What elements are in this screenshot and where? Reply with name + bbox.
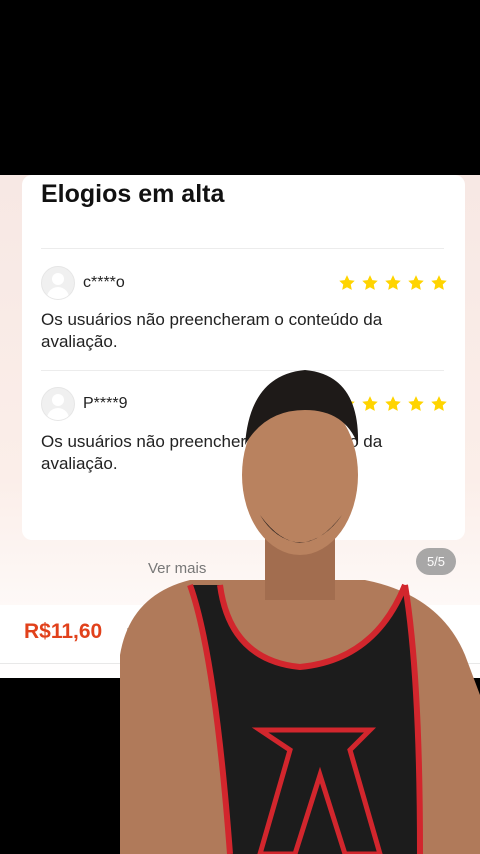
star-icon [385,275,401,290]
star-icon [431,275,447,290]
star-icon [362,275,378,290]
avatar [41,387,75,421]
presenter-overlay [120,370,480,854]
avatar [41,266,75,300]
section-title: Elogios em alta [41,180,225,208]
divider [41,248,444,249]
star-icon [408,275,424,290]
star-icon [339,275,355,290]
product-price: R$11,60 [24,620,103,643]
review-text: Os usuários não preencheram o conteúdo d… [41,310,383,351]
rating-stars [338,274,448,292]
review-username: c****o [83,274,125,291]
